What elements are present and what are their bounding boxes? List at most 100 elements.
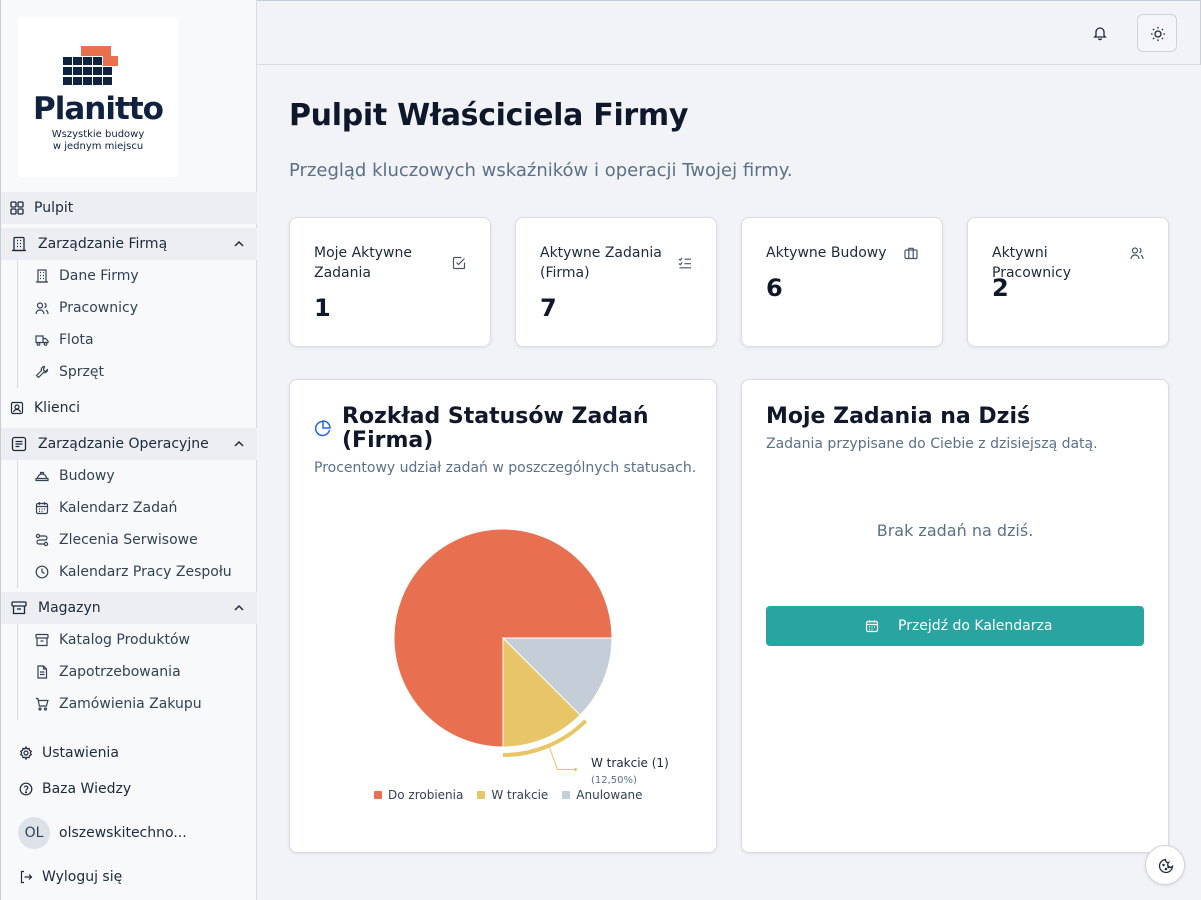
legend-item-todo[interactable]: Do zrobienia — [374, 788, 463, 802]
contact-icon — [10, 401, 24, 415]
users-icon — [1130, 247, 1144, 260]
archive-icon — [11, 601, 27, 615]
status-pie-chart[interactable] — [290, 380, 716, 852]
chevron-up-icon — [234, 240, 244, 247]
sidebar-item-sprzet[interactable]: Sprzęt — [18, 356, 257, 388]
company-logo: Planitto Wszystkie budowy w jednym miejs… — [18, 17, 178, 177]
shopping-cart-icon — [35, 697, 49, 711]
sidebar-item-baza-wiedzy[interactable]: Baza Wiedzy — [1, 773, 257, 805]
sidebar-item-label: Zapotrzebowania — [59, 664, 181, 680]
sidebar-group-firm[interactable]: Zarządzanie Firmą — [1, 228, 257, 260]
sidebar-group-magazyn[interactable]: Magazyn — [1, 592, 257, 624]
logo-tagline-2: w jednym miejscu — [52, 141, 144, 152]
route-icon — [35, 533, 49, 547]
sun-icon — [1151, 27, 1165, 41]
sidebar-item-zamowienia[interactable]: Zamówienia Zakupu — [18, 688, 257, 720]
user-name[interactable]: olszewskitechno... — [59, 825, 187, 841]
empty-state-text: Brak zadań na dziś. — [876, 521, 1034, 540]
sidebar-item-label: Budowy — [59, 468, 115, 484]
cookie-settings-button[interactable] — [1145, 845, 1185, 885]
stat-label: Aktywne Budowy — [766, 245, 887, 261]
check-square-icon — [452, 256, 466, 270]
page-subtitle: Przegląd kluczowych wskaźników i operacj… — [289, 160, 793, 181]
sidebar-item-pulpit[interactable]: Pulpit — [1, 192, 257, 224]
sidebar-item-katalog[interactable]: Katalog Produktów — [18, 624, 257, 656]
users-icon — [35, 302, 49, 315]
stat-card-company-tasks: Aktywne Zadania (Firma) 7 — [515, 217, 717, 347]
legend-item-cancelled[interactable]: Anulowane — [562, 788, 643, 802]
clipboard-list-icon — [11, 436, 27, 452]
chevron-up-icon — [234, 604, 244, 611]
stat-label: Aktywne Zadania (Firma) — [540, 245, 662, 281]
building-icon — [36, 269, 48, 283]
legend-label: W trakcie — [491, 788, 549, 802]
sidebar-item-label: Katalog Produktów — [59, 632, 190, 648]
sidebar-item-label: Flota — [59, 332, 94, 348]
sidebar-item-label: Baza Wiedzy — [42, 781, 132, 797]
sidebar-item-klienci[interactable]: Klienci — [1, 392, 257, 424]
sidebar-group-label: Zarządzanie Firmą — [38, 236, 168, 252]
calendar-icon — [865, 620, 879, 633]
logout-button[interactable]: Wyloguj się — [1, 861, 257, 893]
logo-tagline-1: Wszystkie budowy — [51, 129, 145, 140]
submenu-ops: Budowy Kalendarz Zadań Zlecenia Serwisow… — [17, 460, 257, 588]
stat-value: 1 — [314, 294, 331, 322]
sidebar-item-label: Zamówienia Zakupu — [59, 696, 202, 712]
sidebar-item-kalendarz-zadan[interactable]: Kalendarz Zadań — [18, 492, 257, 524]
card-title: Moje Zadania na Dziś — [766, 404, 1031, 429]
help-circle-icon — [19, 782, 33, 796]
sidebar-item-label: Ustawienia — [42, 745, 119, 761]
legend-swatch — [562, 791, 571, 799]
logo-mark — [63, 46, 118, 85]
legend-label: Do zrobienia — [388, 788, 464, 802]
sidebar-group-label: Magazyn — [38, 600, 101, 616]
hard-hat-icon — [35, 471, 49, 482]
sidebar: Planitto Wszystkie budowy w jednym miejs… — [0, 0, 257, 900]
pie-hover-percent: (12,50%) — [591, 775, 637, 786]
building-icon — [12, 236, 26, 252]
stat-card-active-workers: Aktywni Pracownicy 2 — [967, 217, 1169, 347]
sidebar-item-label: Pulpit — [34, 200, 74, 216]
sidebar-nav: Pulpit Zarządzanie Firmą Dane Firmy Prac… — [1, 192, 257, 720]
gear-icon — [19, 746, 33, 760]
card-description: Zadania przypisane do Ciebie z dzisiejsz… — [766, 436, 1098, 452]
legend-item-in-progress[interactable]: W trakcie — [477, 788, 548, 802]
sidebar-group-ops[interactable]: Zarządzanie Operacyjne — [1, 428, 257, 460]
calendar-icon — [35, 502, 49, 515]
topbar — [257, 0, 1201, 65]
briefcase-icon — [904, 247, 918, 260]
go-to-calendar-button[interactable]: Przejdź do Kalendarza — [766, 606, 1144, 646]
sidebar-item-pracownicy[interactable]: Pracownicy — [18, 292, 257, 324]
sidebar-item-zlecenia[interactable]: Zlecenia Serwisowe — [18, 524, 257, 556]
sidebar-item-label: Kalendarz Zadań — [59, 500, 178, 516]
stat-value: 7 — [540, 294, 557, 322]
sidebar-item-budowy[interactable]: Budowy — [18, 460, 257, 492]
archive-icon — [35, 633, 49, 647]
stat-value: 6 — [766, 274, 783, 302]
sidebar-item-zapotrzebowania[interactable]: Zapotrzebowania — [18, 656, 257, 688]
logo-title: Planitto — [33, 91, 164, 127]
stat-value: 2 — [992, 274, 1009, 302]
pie-hover-label: W trakcie (1) — [591, 756, 669, 770]
sidebar-item-ustawienia[interactable]: Ustawienia — [1, 737, 257, 769]
stat-card-my-tasks: Moje Aktywne Zadania 1 — [289, 217, 491, 347]
sidebar-group-label: Zarządzanie Operacyjne — [38, 436, 209, 452]
legend-swatch — [477, 791, 486, 799]
stat-label: Moje Aktywne Zadania — [314, 245, 412, 281]
sidebar-item-label: Sprzęt — [59, 364, 104, 380]
sidebar-item-kalendarz-pracy[interactable]: Kalendarz Pracy Zespołu — [18, 556, 257, 588]
avatar[interactable]: OL — [18, 817, 50, 849]
truck-icon — [35, 335, 49, 346]
cookie-icon — [1158, 858, 1174, 874]
stat-label: Aktywni Pracownicy — [992, 245, 1071, 281]
theme-toggle-button[interactable] — [1137, 14, 1177, 52]
sidebar-item-flota[interactable]: Flota — [18, 324, 257, 356]
today-tasks-card: Moje Zadania na Dziś Zadania przypisane … — [741, 379, 1169, 853]
bell-icon[interactable] — [1092, 25, 1108, 41]
layout-grid-icon — [10, 201, 24, 215]
sidebar-item-label: Klienci — [34, 400, 81, 416]
sidebar-item-dane-firmy[interactable]: Dane Firmy — [18, 260, 257, 292]
page-title: Pulpit Właściciela Firmy — [289, 98, 689, 133]
legend-label: Anulowane — [576, 788, 643, 802]
submenu-firm: Dane Firmy Pracownicy Flota Sprzęt — [17, 260, 257, 388]
